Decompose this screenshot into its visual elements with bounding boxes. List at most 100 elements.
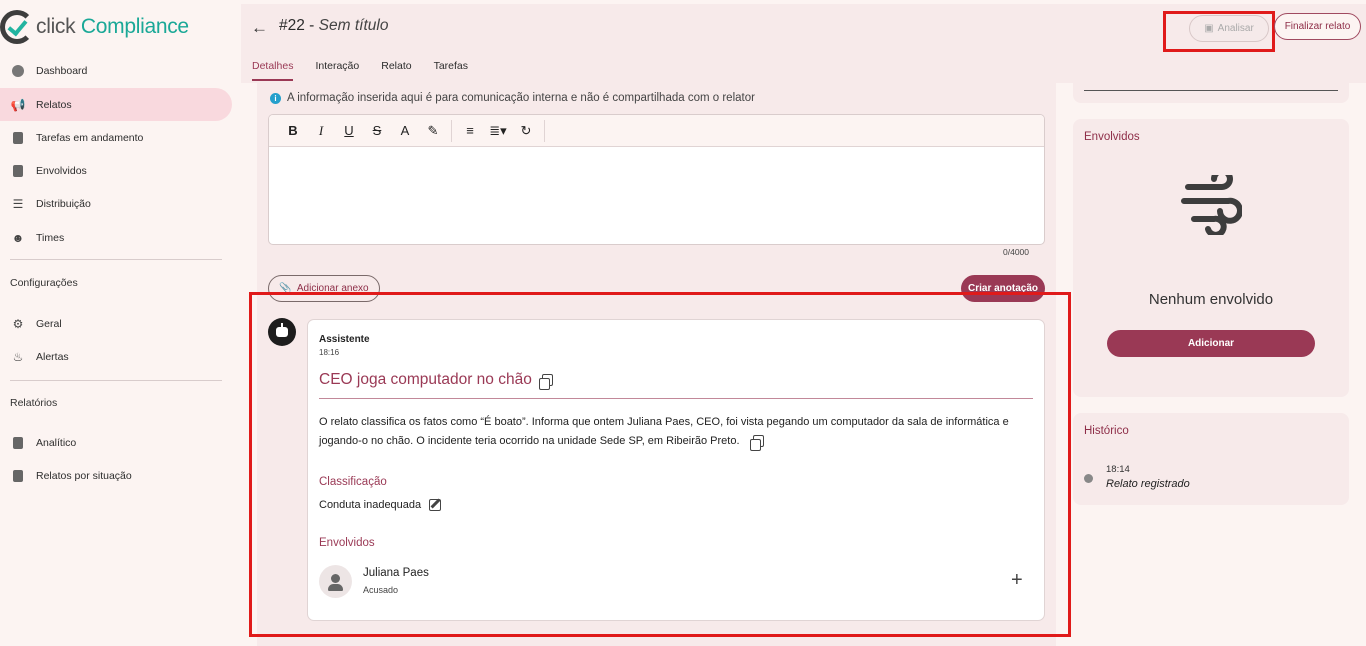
toolbar-separator <box>544 119 545 142</box>
section-configuracoes: Configurações <box>10 277 78 289</box>
summary-line-2: jogando-o no chão. O incidente teria oco… <box>319 435 740 447</box>
assistant-avatar <box>268 318 296 346</box>
app-logo[interactable]: click Compliance <box>0 8 189 46</box>
timeline-dot-icon <box>1084 474 1093 483</box>
gears-icon: ⚙ <box>12 316 24 331</box>
finalize-report-button[interactable]: Finalizar relato <box>1274 13 1361 40</box>
sidebar-item-dashboard[interactable]: Dashboard <box>0 54 232 87</box>
info-text: A informação inserida aqui é para comuni… <box>287 92 755 104</box>
involved-label: Envolvidos <box>319 537 375 549</box>
analyze-button-label: Analisar <box>1217 23 1254 34</box>
involved-panel-title: Envolvidos <box>1084 131 1140 143</box>
sidebar-item-envolvidos[interactable]: Envolvidos <box>0 154 232 187</box>
add-involved-plus-icon[interactable]: + <box>1011 570 1023 590</box>
report-number: #22 - <box>279 17 315 34</box>
sidebar-item-label: Geral <box>36 317 62 330</box>
note-text-area[interactable] <box>269 147 1044 244</box>
bell-icon: ♨ <box>12 349 24 364</box>
underline-icon[interactable]: U <box>335 120 363 142</box>
dashboard-icon <box>10 64 26 78</box>
sidebar: click Compliance Dashboard 📢 Relatos Tar… <box>0 0 240 646</box>
sidebar-item-label: Tarefas em andamento <box>36 131 144 144</box>
copy-icon[interactable] <box>749 435 764 451</box>
bold-icon[interactable]: B <box>279 120 307 142</box>
sidebar-item-label: Relatos <box>36 98 72 111</box>
history-time: 18:14 <box>1106 464 1130 475</box>
info-icon: i <box>270 92 281 104</box>
team-icon: ☻ <box>11 230 25 245</box>
char-counter: 0/4000 <box>1003 247 1029 257</box>
page-header: ← #22 - Sem título Detalhes Interação Re… <box>241 4 1366 83</box>
sidebar-item-label: Dashboard <box>36 64 88 77</box>
attach-file-button[interactable]: 📎 Adicionar anexo <box>268 275 380 302</box>
history-panel-title: Histórico <box>1084 425 1129 437</box>
clipboard-icon <box>10 164 26 178</box>
create-note-button[interactable]: Criar anotação <box>961 275 1045 302</box>
analyze-button[interactable]: ▣ Analisar <box>1189 15 1269 42</box>
person-name: Juliana Paes <box>363 567 429 579</box>
tab-interacao[interactable]: Interação <box>315 60 359 81</box>
italic-icon[interactable]: I <box>307 120 335 142</box>
sidebar-item-label: Distribuição <box>36 197 91 210</box>
sidebar-item-relatos-por-situacao[interactable]: Relatos por situação <box>0 459 232 492</box>
sidebar-item-label: Relatos por situação <box>36 469 132 482</box>
sidebar-divider <box>10 380 222 381</box>
card-time: 18:16 <box>319 348 340 357</box>
person-role: Acusado <box>363 585 399 595</box>
sidebar-item-label: Alertas <box>36 350 69 363</box>
card-divider <box>319 398 1033 399</box>
involved-panel: Envolvidos Nenhum envolvido Adicionar <box>1073 119 1349 397</box>
assistant-card: Assistente 18:16 CEO joga computador no … <box>307 319 1045 621</box>
classification-label: Classificação <box>319 476 387 488</box>
add-involved-button[interactable]: Adicionar <box>1107 330 1315 357</box>
sidebar-item-relatos[interactable]: 📢 Relatos <box>0 88 232 121</box>
tab-tarefas[interactable]: Tarefas <box>434 60 468 81</box>
bullet-list-icon[interactable]: ≡ <box>456 120 484 142</box>
clipboard-icon <box>10 469 26 483</box>
empty-wind-icon <box>1181 175 1242 235</box>
attach-file-label: Adicionar anexo <box>296 283 369 294</box>
copy-icon[interactable] <box>538 374 553 390</box>
numbered-list-icon[interactable]: ≣▾ <box>484 120 512 142</box>
sidebar-item-geral[interactable]: ⚙ Geral <box>0 307 232 340</box>
classification-text: Conduta inadequada <box>319 499 422 511</box>
clipboard-icon <box>10 436 26 450</box>
sidebar-item-tarefas[interactable]: Tarefas em andamento <box>0 121 232 154</box>
back-arrow-icon[interactable]: ← <box>251 18 268 38</box>
empty-involved-text: Nenhum envolvido <box>1148 291 1274 308</box>
right-panel-stub <box>1073 83 1349 103</box>
tab-relato[interactable]: Relato <box>381 60 411 81</box>
user-icon <box>331 574 340 583</box>
sidebar-item-alertas[interactable]: ♨ Alertas <box>0 340 232 373</box>
highlighter-icon[interactable]: ✎ <box>419 120 447 142</box>
paperclip-icon: 📎 <box>279 283 292 294</box>
sidebar-item-analitico[interactable]: Analítico <box>0 426 232 459</box>
sidebar-item-label: Envolvidos <box>36 164 87 177</box>
edit-icon[interactable] <box>429 499 442 511</box>
card-author: Assistente <box>319 334 370 345</box>
ai-chip-icon: ▣ <box>1204 23 1214 34</box>
tab-bar: Detalhes Interação Relato Tarefas <box>252 60 468 81</box>
section-relatorios: Relatórios <box>10 397 58 409</box>
history-event: Relato registrado <box>1106 478 1190 490</box>
sidebar-divider <box>10 259 222 260</box>
internal-info-notice: i A informação inserida aqui é para comu… <box>270 92 755 104</box>
person-avatar <box>319 565 352 598</box>
toolbar-separator <box>451 119 452 142</box>
sidebar-item-distribuicao[interactable]: ☰ Distribuição <box>0 187 232 220</box>
logo-icon <box>0 10 34 44</box>
font-color-icon[interactable]: A <box>391 120 419 142</box>
sidebar-item-label: Times <box>36 231 65 244</box>
sidebar-item-times[interactable]: ☻ Times <box>0 221 232 254</box>
clear-format-icon[interactable]: ↻ <box>512 120 540 142</box>
strikethrough-icon[interactable]: S <box>363 120 391 142</box>
clipboard-icon <box>10 131 26 145</box>
summary-line-1: O relato classifica os fatos como “É boa… <box>319 416 1009 428</box>
sidebar-item-label: Analítico <box>36 436 77 449</box>
report-title: Sem título <box>318 17 389 34</box>
tab-detalhes[interactable]: Detalhes <box>252 60 294 81</box>
page-title: #22 - Sem título <box>279 17 388 35</box>
logo-text: click Compliance <box>36 15 189 38</box>
editor-toolbar: B I U S A ✎ ≡ ≣▾ ↻ <box>269 115 1044 147</box>
robot-icon <box>276 323 288 337</box>
